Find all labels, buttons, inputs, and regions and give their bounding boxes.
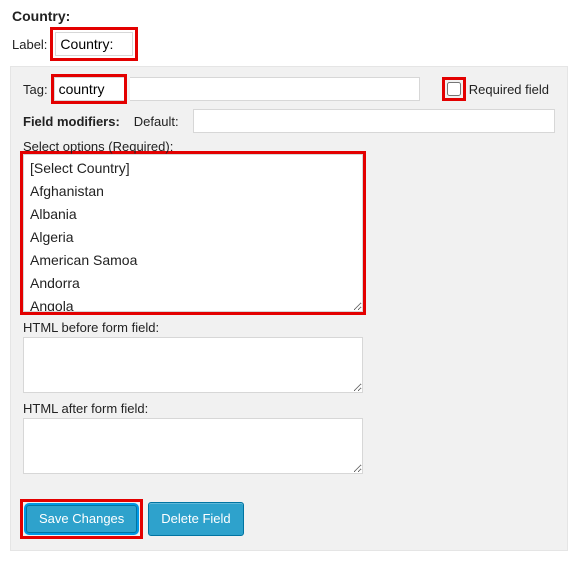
delete-button[interactable]: Delete Field [148,502,243,536]
html-before-label: HTML before form field: [23,320,555,335]
label-label: Label: [12,37,47,52]
field-settings-panel: Tag: Required field Field modifiers: Def… [10,66,568,551]
html-after-label: HTML after form field: [23,401,555,416]
select-option[interactable]: Albania [28,203,358,226]
save-button[interactable]: Save Changes [26,505,137,533]
save-highlight: Save Changes [23,502,140,536]
modifiers-row: Field modifiers: Default: [23,109,555,133]
required-checkbox[interactable] [447,82,461,96]
html-before-textarea[interactable] [23,337,363,393]
label-input[interactable] [55,32,133,56]
select-option[interactable]: Algeria [28,226,358,249]
select-option[interactable]: American Samoa [28,249,358,272]
tag-highlight [54,77,124,101]
field-editor: Country: Label: Tag: Required field Fiel… [0,0,578,561]
button-row: Save Changes Delete Field [23,502,555,536]
tag-label: Tag: [23,82,48,97]
field-heading: Country: [12,8,568,24]
label-row: Label: [12,30,568,58]
required-box: Required field [445,80,555,98]
modifiers-label: Field modifiers: [23,114,120,129]
select-options-label: Select options (Required): [23,139,555,154]
label-highlight [53,30,135,58]
default-label: Default: [134,114,179,129]
select-option[interactable]: Andorra [28,272,358,295]
required-highlight [445,80,463,98]
select-option[interactable]: [Select Country] [28,157,358,180]
default-input[interactable] [193,109,555,133]
select-options-list[interactable]: [Select Country]AfghanistanAlbaniaAlgeri… [23,154,363,312]
select-option[interactable]: Angola [28,295,358,312]
select-option[interactable]: Afghanistan [28,180,358,203]
tag-input-extra[interactable] [130,77,420,101]
html-after-textarea[interactable] [23,418,363,474]
tag-input[interactable] [54,77,124,101]
tag-row: Tag: Required field [23,77,555,101]
required-label: Required field [469,82,549,97]
